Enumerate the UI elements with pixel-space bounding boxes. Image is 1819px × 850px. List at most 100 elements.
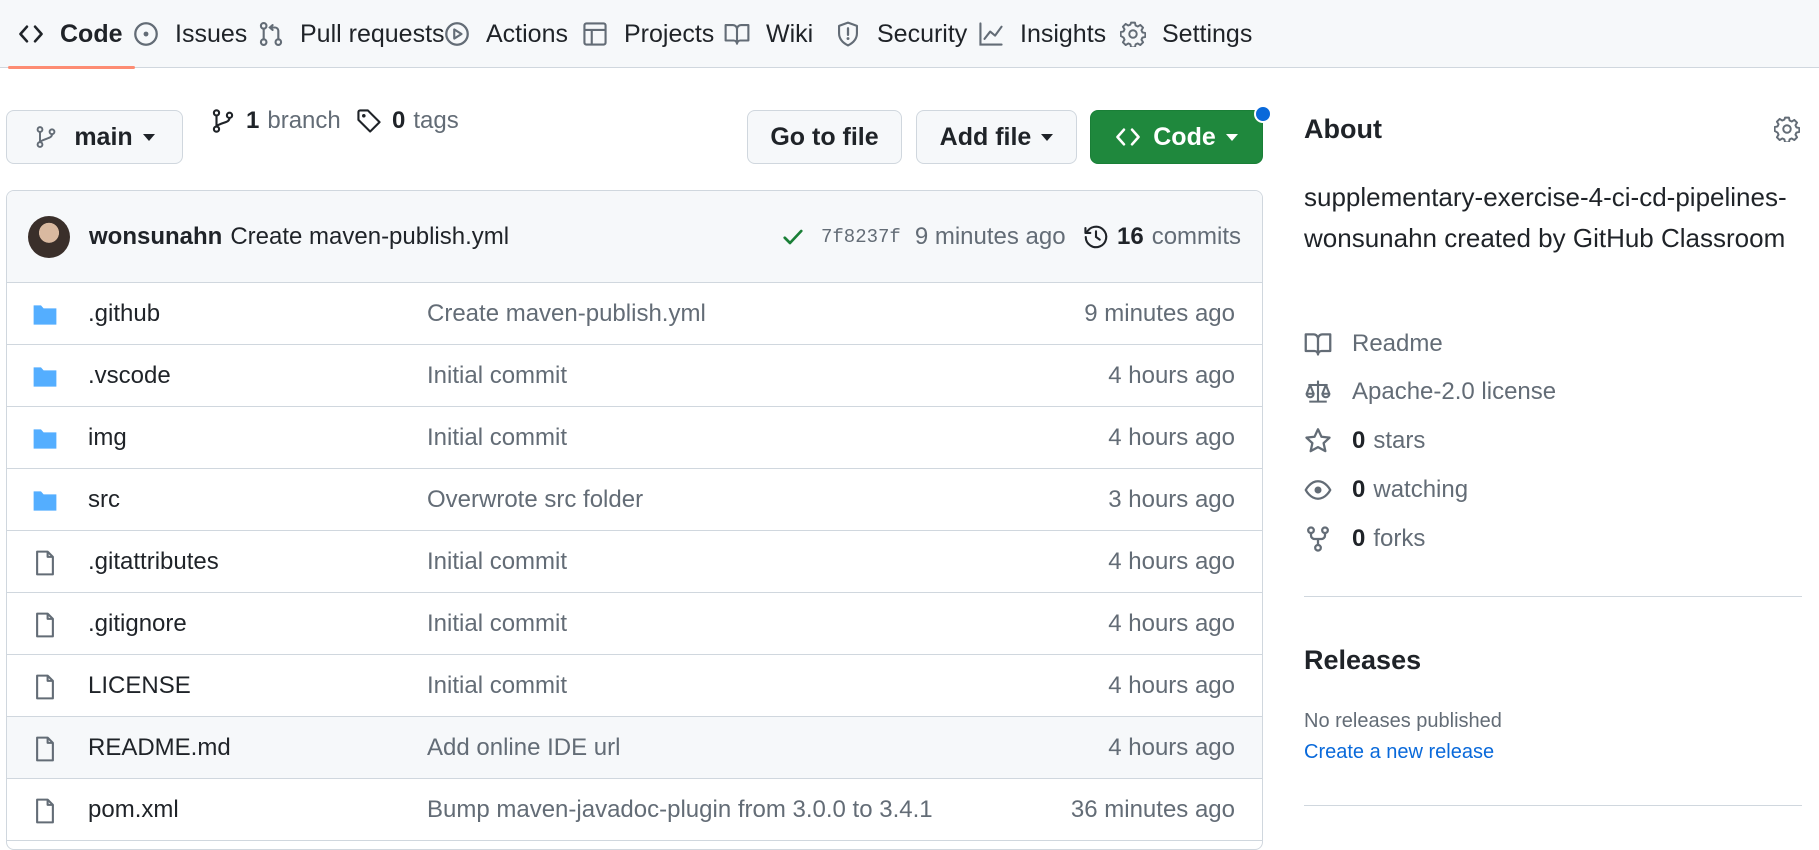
tag-icon (357, 109, 381, 133)
folder-icon (33, 491, 57, 511)
shield-icon (838, 21, 858, 47)
file-name[interactable]: img (88, 407, 127, 469)
file-name[interactable]: pom.xml (88, 779, 179, 841)
file-row[interactable]: .gitattributes Initial commit 4 hours ago (7, 531, 1262, 593)
file-row[interactable]: .gitignore Initial commit 4 hours ago (7, 593, 1262, 655)
tab-label: Pull requests (300, 19, 445, 48)
file-name[interactable]: src (88, 469, 120, 531)
commits-history-link[interactable]: 16 commits (1083, 191, 1241, 283)
commit-author[interactable]: wonsunahn (89, 223, 222, 251)
stars-label: stars (1373, 427, 1426, 454)
file-name[interactable]: README.md (88, 717, 231, 779)
forks-link[interactable]: 0 forks (1304, 523, 1425, 555)
tab-label: Projects (624, 19, 715, 48)
go-to-file-label: Go to file (770, 122, 879, 151)
graph-icon (979, 22, 1003, 46)
file-name[interactable]: .gitattributes (88, 531, 219, 593)
repo-nav: Code Issues Pull requests Actions Projec… (0, 0, 1819, 69)
readme-link[interactable]: Readme (1304, 328, 1443, 360)
divider (1304, 805, 1802, 806)
file-row[interactable]: .github Create maven-publish.yml 9 minutes… (7, 283, 1262, 345)
file-icon (36, 612, 54, 638)
file-commit-message[interactable]: Initial commit (427, 345, 567, 407)
file-commit-message[interactable]: Create maven-publish.yml (427, 283, 706, 345)
stars-link[interactable]: 0 stars (1304, 425, 1425, 457)
create-release-link[interactable]: Create a new release (1304, 741, 1494, 764)
forks-count: 0 (1352, 525, 1366, 552)
code-button-label: Code (1153, 122, 1216, 151)
file-name[interactable]: .vscode (88, 345, 171, 407)
file-commit-message[interactable]: Initial commit (427, 407, 567, 469)
commit-message[interactable]: Create maven-publish.yml (230, 223, 509, 251)
book-icon (1304, 333, 1332, 356)
file-row[interactable]: src Overwrote src folder 3 hours ago (7, 469, 1262, 531)
file-commit-message[interactable]: Overwrote src folder (427, 469, 643, 531)
tags-link[interactable]: 0 tags (356, 96, 459, 146)
file-browser: wonsunahn Create maven-publish.yml 7f823… (6, 190, 1263, 850)
tab-label: Actions (486, 19, 568, 48)
file-row[interactable]: .vscode Initial commit 4 hours ago (7, 345, 1262, 407)
tab-actions[interactable]: Actions (444, 0, 568, 68)
license-link[interactable]: Apache-2.0 license (1304, 376, 1556, 408)
star-icon (1305, 428, 1331, 453)
branch-select-button[interactable]: main (6, 110, 183, 164)
file-icon (36, 736, 54, 762)
code-dropdown-button[interactable]: Code (1090, 110, 1263, 164)
readme-label: Readme (1352, 330, 1443, 357)
branch-label: branch (267, 107, 341, 134)
tab-projects[interactable]: Projects (582, 0, 714, 68)
folder-icon (33, 367, 57, 387)
branch-count: 1 (246, 107, 260, 134)
watchers-link[interactable]: 0 watching (1304, 474, 1468, 506)
play-icon (445, 22, 469, 46)
chevron-down-icon (142, 133, 155, 141)
law-icon (1305, 380, 1331, 403)
file-row[interactable]: img Initial commit 4 hours ago (7, 407, 1262, 469)
file-commit-message[interactable]: Add online IDE url (427, 717, 620, 779)
tab-label: Issues (175, 19, 248, 48)
file-row[interactable]: README.md Add online IDE url 4 hours ago (7, 717, 1262, 779)
tab-label: Code (60, 19, 123, 48)
tab-code[interactable]: Code (8, 0, 134, 69)
git-branch-icon (36, 126, 56, 148)
latest-commit-summary: wonsunahn Create maven-publish.yml (89, 191, 509, 283)
file-icon (36, 798, 54, 824)
commit-count: 16 (1117, 223, 1144, 250)
file-commit-message[interactable]: Initial commit (427, 531, 567, 593)
file-commit-age: 9 minutes ago (1084, 300, 1235, 327)
stars-count: 0 (1352, 427, 1366, 454)
chevron-down-icon (1225, 133, 1238, 141)
file-name[interactable]: .gitignore (88, 593, 187, 655)
file-commit-age: 4 hours ago (1108, 610, 1235, 637)
tab-issues[interactable]: Issues (133, 0, 247, 68)
tab-settings[interactable]: Settings (1120, 0, 1252, 68)
file-icon (36, 674, 54, 700)
file-commit-message[interactable]: Initial commit (427, 593, 567, 655)
watching-count: 0 (1352, 476, 1366, 503)
avatar[interactable] (28, 216, 70, 258)
file-row[interactable]: pom.xml Bump maven-javadoc-plugin from 3.… (7, 779, 1262, 841)
add-file-button[interactable]: Add file (916, 110, 1077, 164)
tab-pull-requests[interactable]: Pull requests (258, 0, 445, 68)
releases-heading[interactable]: Releases (1304, 645, 1421, 676)
tab-wiki[interactable]: Wiki (724, 0, 813, 68)
git-pull-request-icon (259, 22, 283, 46)
gear-icon[interactable] (1774, 116, 1800, 142)
file-name[interactable]: LICENSE (88, 655, 191, 717)
file-row[interactable]: LICENSE Initial commit 4 hours ago (7, 655, 1262, 717)
file-name[interactable]: .github (88, 283, 160, 345)
file-commit-message[interactable]: Bump maven-javadoc-plugin from 3.0.0 to … (427, 779, 933, 841)
branches-link[interactable]: 1 branch (210, 96, 341, 146)
tab-security[interactable]: Security (835, 0, 967, 68)
file-commit-message[interactable]: Initial commit (427, 655, 567, 717)
file-commit-age: 4 hours ago (1108, 424, 1235, 451)
check-icon[interactable] (781, 225, 805, 249)
tab-insights[interactable]: Insights (978, 0, 1106, 68)
go-to-file-button[interactable]: Go to file (747, 110, 902, 164)
tag-label: tags (413, 107, 459, 134)
divider (1304, 596, 1802, 597)
commit-sha[interactable]: 7f8237f (821, 226, 901, 248)
tag-count: 0 (392, 107, 406, 134)
file-icon (36, 550, 54, 576)
tab-label: Wiki (766, 19, 814, 48)
